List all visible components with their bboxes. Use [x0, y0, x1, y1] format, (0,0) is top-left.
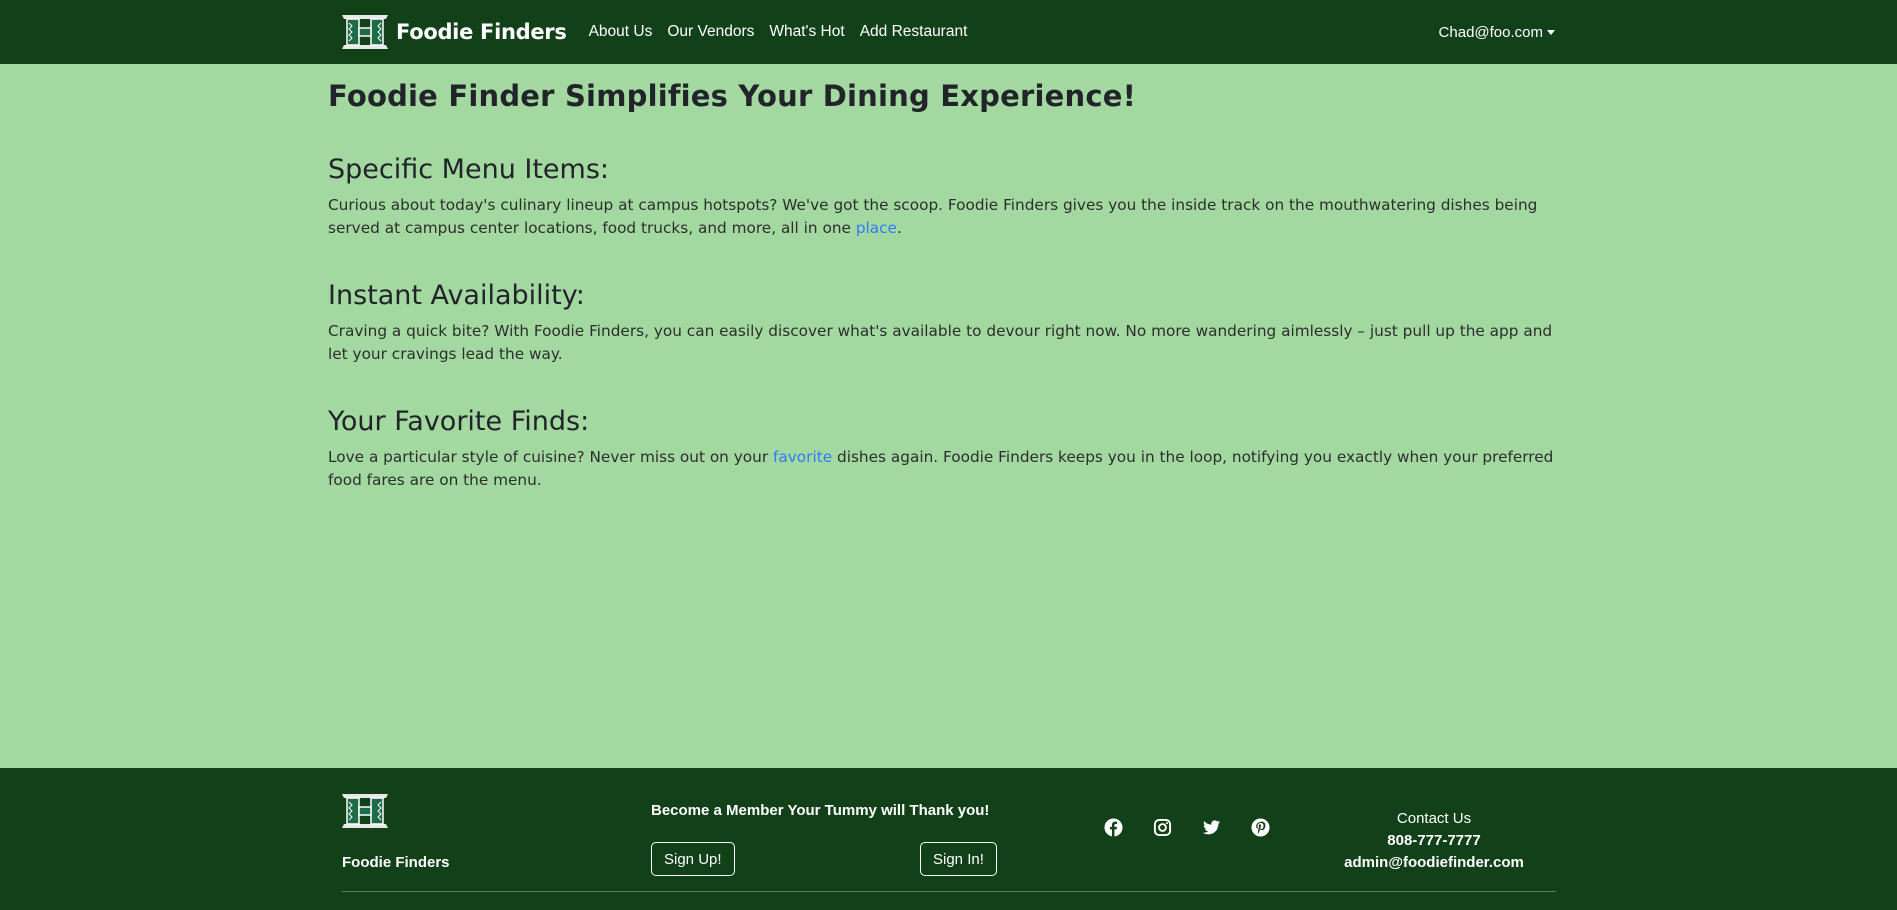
member-tagline: Become a Member Your Tummy will Thank yo…: [651, 802, 990, 819]
contact-phone: 808-777-7777: [1387, 832, 1481, 849]
section-availability: Instant Availability: Craving a quick bi…: [328, 278, 1568, 366]
main-content: Foodie Finder Simplifies Your Dining Exp…: [328, 76, 1568, 492]
section-body: Curious about today's culinary lineup at…: [328, 194, 1568, 240]
brand-name: Foodie Finders: [396, 20, 567, 44]
facebook-icon[interactable]: [1104, 818, 1123, 837]
nav-whats-hot[interactable]: What's Hot: [769, 23, 844, 41]
body-text: Love a particular style of cuisine? Neve…: [328, 448, 773, 466]
contact-block: Contact Us 808-777-7777 admin@foodiefind…: [1300, 808, 1568, 874]
twitter-icon[interactable]: [1202, 818, 1221, 837]
section-menu-items: Specific Menu Items: Curious about today…: [328, 152, 1568, 240]
section-title: Your Favorite Finds:: [328, 406, 590, 437]
footer-divider: [342, 891, 1556, 892]
user-dropdown[interactable]: Chad@foo.com: [1439, 24, 1555, 41]
contact-email[interactable]: admin@foodiefinder.com: [1300, 852, 1568, 874]
uh-h-logo-icon: [342, 15, 388, 49]
contact-title: Contact Us: [1396, 810, 1472, 827]
body-text: Curious about today's culinary lineup at…: [328, 196, 1538, 237]
caret-down-icon: [1547, 29, 1555, 35]
footer: Foodie Finders Become a Member Your Tumm…: [0, 768, 1897, 910]
sign-up-button[interactable]: Sign Up!: [651, 842, 735, 876]
social-links: [1104, 818, 1270, 837]
place-link[interactable]: place: [856, 219, 897, 237]
section-favorite-finds: Your Favorite Finds: Love a particular s…: [328, 404, 1568, 492]
nav-add-restaurant[interactable]: Add Restaurant: [860, 23, 968, 41]
section-title: Instant Availability:: [328, 280, 585, 311]
section-body: Craving a quick bite? With Foodie Finder…: [328, 322, 1553, 363]
instagram-icon[interactable]: [1153, 818, 1172, 837]
footer-brand-name: Foodie Finders: [342, 854, 450, 871]
favorite-link[interactable]: favorite: [773, 448, 832, 466]
navbar-container: Foodie Finders About Us Our Vendors What…: [342, 0, 1555, 64]
nav-links: About Us Our Vendors What's Hot Add Rest…: [589, 23, 968, 41]
pinterest-icon[interactable]: [1251, 818, 1270, 837]
body-text: .: [896, 219, 902, 237]
top-navbar: Foodie Finders About Us Our Vendors What…: [0, 0, 1897, 64]
section-title: Specific Menu Items:: [328, 154, 610, 185]
brand-link[interactable]: Foodie Finders: [342, 15, 567, 49]
sign-in-button[interactable]: Sign In!: [920, 842, 997, 876]
user-email: Chad@foo.com: [1438, 23, 1543, 41]
nav-about-us[interactable]: About Us: [589, 23, 653, 41]
uh-h-logo-icon: [342, 794, 388, 828]
page-title: Foodie Finder Simplifies Your Dining Exp…: [328, 79, 1137, 113]
section-body: Love a particular style of cuisine? Neve…: [328, 446, 1568, 492]
nav-our-vendors[interactable]: Our Vendors: [667, 23, 754, 41]
